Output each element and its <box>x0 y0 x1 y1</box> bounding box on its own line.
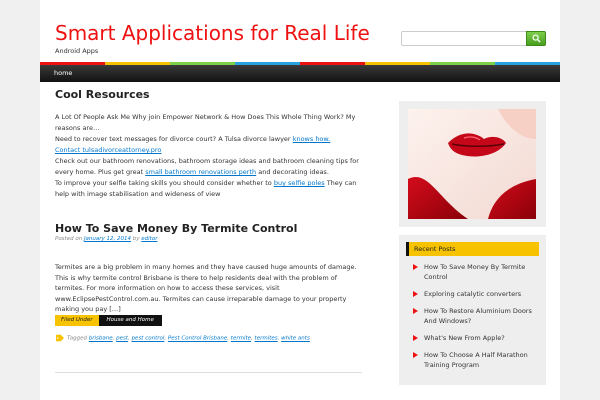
site-description: Android Apps <box>55 47 99 55</box>
cool-resources-title: Cool Resources <box>55 88 150 101</box>
link-tulsa-divorce[interactable]: Contact tulsadivorceattorney.pro <box>55 146 161 154</box>
recent-post-item[interactable]: Exploring catalytic converters <box>406 289 539 299</box>
recent-posts-list: How To Save Money By Termite Control Exp… <box>406 262 539 377</box>
cool-resources-body: A Lot Of People Ask Me Why join Empower … <box>55 112 367 200</box>
red-lips-photo[interactable] <box>408 109 536 219</box>
recent-post-item[interactable]: How To Restore Aluminium Doors And Windo… <box>406 306 539 326</box>
category-link[interactable]: House and Home <box>98 315 162 326</box>
tag-link[interactable]: white ants <box>281 336 310 342</box>
tag-link[interactable]: pest <box>116 336 128 342</box>
post-author[interactable]: editor <box>141 236 157 242</box>
meta-posted-on: Posted on <box>55 236 84 242</box>
recent-posts-header: Recent Posts <box>406 242 539 256</box>
recent-post-link[interactable]: How To Save Money By Termite Control <box>424 263 525 281</box>
search-icon <box>532 34 541 43</box>
filed-under: Filed Under House and Home <box>55 315 162 326</box>
main-nav: home <box>40 65 560 82</box>
arrow-bullet-icon <box>413 291 418 297</box>
recent-post-item[interactable]: What's New From Apple? <box>406 333 539 343</box>
arrow-bullet-icon <box>413 264 418 270</box>
post-excerpt: Termites are a big problem in many homes… <box>55 263 357 313</box>
post-meta: Posted on January 12, 2014 by editor <box>55 236 157 242</box>
site-title[interactable]: Smart Applications for Real Life <box>55 21 370 45</box>
sidebar-image-widget <box>399 101 546 227</box>
cool-line-1: A Lot Of People Ask Me Why join Empower … <box>55 113 356 132</box>
post-title[interactable]: How To Save Money By Termite Control <box>55 222 297 235</box>
tagged-label: Tagged <box>67 335 89 342</box>
post-divider <box>55 372 362 373</box>
post-tags: Tagged brisbane, pest, pest control, Pes… <box>55 334 310 342</box>
cool-line-3b: and decorating ideas. <box>256 168 329 176</box>
nav-item-home[interactable]: home <box>54 69 72 77</box>
link-bathroom-renovations[interactable]: small bathroom renovations perth <box>145 168 256 176</box>
search-input[interactable] <box>401 31 527 46</box>
arrow-bullet-icon <box>413 308 418 314</box>
recent-posts-title: Recent Posts <box>414 245 456 253</box>
search-form <box>401 31 546 46</box>
link-knows-how[interactable]: knows how. <box>293 135 331 143</box>
recent-posts-widget: Recent Posts How To Save Money By Termit… <box>399 235 546 385</box>
post-date[interactable]: January 12, 2014 <box>84 236 131 242</box>
recent-post-item[interactable]: How To Choose A Half Marathon Training P… <box>406 350 539 370</box>
recent-post-link[interactable]: What's New From Apple? <box>424 334 505 342</box>
cool-line-4: To improve your selfie taking skills you… <box>55 179 274 187</box>
recent-post-link[interactable]: Exploring catalytic converters <box>424 290 521 298</box>
tag-link[interactable]: termite <box>231 336 251 342</box>
recent-post-link[interactable]: How To Choose A Half Marathon Training P… <box>424 351 528 369</box>
link-selfie-poles[interactable]: buy selfie poles <box>274 179 325 187</box>
tag-link[interactable]: Pest Control Brisbane <box>168 336 227 342</box>
tag-icon <box>56 334 64 342</box>
recent-post-item[interactable]: How To Save Money By Termite Control <box>406 262 539 282</box>
filed-under-label: Filed Under <box>55 315 99 326</box>
recent-post-link[interactable]: How To Restore Aluminium Doors And Windo… <box>424 307 532 325</box>
tag-link[interactable]: pest control <box>132 336 165 342</box>
cool-line-2: Need to recover text messages for divorc… <box>55 135 293 143</box>
arrow-bullet-icon <box>413 335 418 341</box>
tag-link[interactable]: termites <box>255 336 278 342</box>
tag-link[interactable]: brisbane <box>89 336 113 342</box>
site-header: Smart Applications for Real Life Android… <box>40 0 560 64</box>
meta-by: by <box>131 236 142 242</box>
search-button[interactable] <box>526 31 546 46</box>
arrow-bullet-icon <box>413 352 418 358</box>
page: Smart Applications for Real Life Android… <box>40 0 560 400</box>
